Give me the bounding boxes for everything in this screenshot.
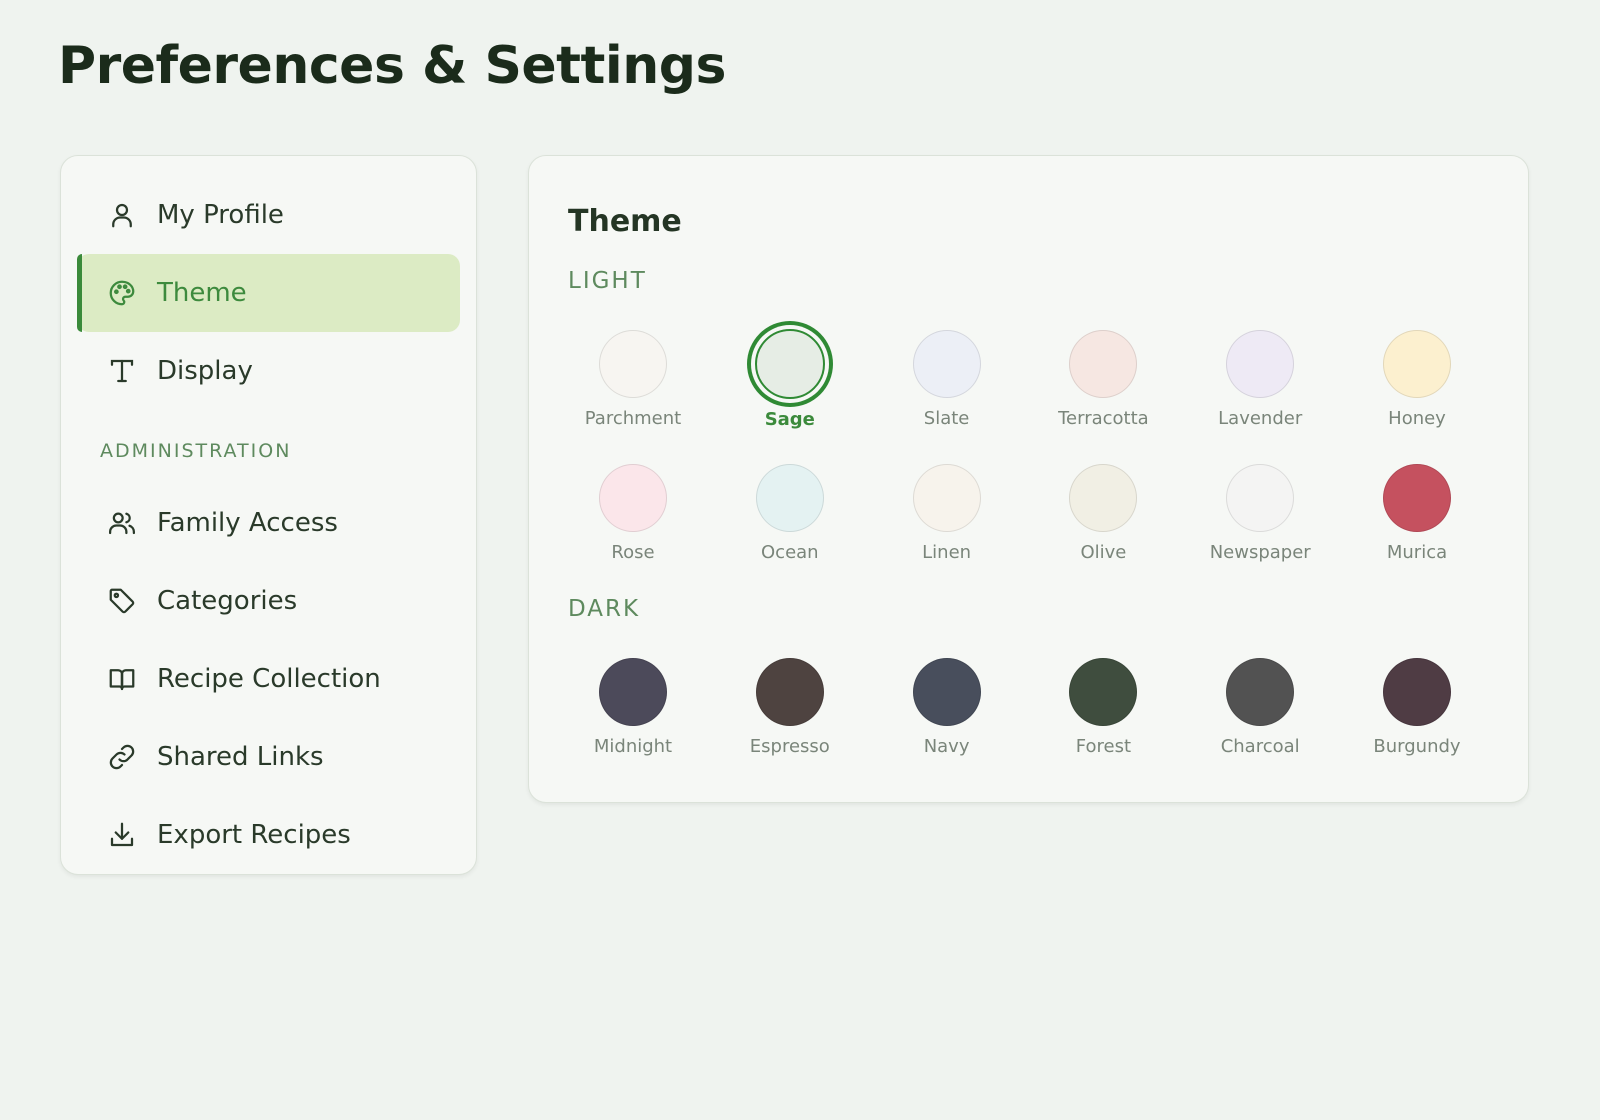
swatch-color-circle xyxy=(912,464,981,532)
users-icon xyxy=(107,508,137,538)
swatch-label: Espresso xyxy=(749,736,830,757)
sidebar-item-label: Categories xyxy=(157,586,298,616)
swatch-label: Linen xyxy=(922,542,972,563)
sidebar-item-label: Display xyxy=(157,356,253,386)
swatch-label: Rose xyxy=(611,542,655,563)
swatch-color-circle xyxy=(599,464,667,532)
theme-swatch-linen[interactable]: Linen xyxy=(869,460,1025,580)
sidebar-item-shared-links[interactable]: Shared Links xyxy=(77,718,460,796)
sidebar-item-label: Shared Links xyxy=(157,742,324,772)
swatch-label: Midnight xyxy=(593,736,673,757)
swatch-label: Forest xyxy=(1075,736,1132,757)
theme-swatch-slate[interactable]: Slate xyxy=(869,326,1025,446)
theme-swatch-espresso[interactable]: Espresso xyxy=(712,654,868,774)
swatch-color-circle xyxy=(1069,658,1138,726)
swatch-color-circle xyxy=(1226,330,1295,398)
swatch-color-circle xyxy=(1383,464,1451,532)
light-swatch-row: Rose Ocean Linen Olive Newspaper Murica xyxy=(555,460,1495,580)
swatch-color-circle xyxy=(1069,464,1138,532)
sidebar-item-label: My Profile xyxy=(157,200,284,230)
panel-title: Theme xyxy=(568,204,682,239)
swatch-label: Ocean xyxy=(761,542,819,563)
swatch-color-circle xyxy=(1383,658,1451,726)
sidebar-item-label: Recipe Collection xyxy=(157,664,381,694)
theme-swatch-navy[interactable]: Navy xyxy=(869,654,1025,774)
text-icon xyxy=(107,356,137,386)
swatch-color-circle xyxy=(755,658,824,726)
dark-themes-label: DARK xyxy=(568,596,641,622)
light-swatch-row: Parchment Sage Slate Terracotta Lavender Hone… xyxy=(555,326,1495,446)
swatch-label: Burgundy xyxy=(1373,736,1461,757)
link-icon xyxy=(107,742,137,772)
sidebar-item-label: Family Access xyxy=(157,508,338,538)
swatch-color-circle xyxy=(599,330,667,398)
sidebar-item-my-profile[interactable]: My Profile xyxy=(77,176,460,254)
light-themes-label: LIGHT xyxy=(568,268,647,294)
swatch-label: Olive xyxy=(1080,542,1127,563)
theme-swatch-honey[interactable]: Honey xyxy=(1339,326,1495,446)
theme-swatch-rose[interactable]: Rose xyxy=(555,460,711,580)
theme-swatch-terracotta[interactable]: Terracotta xyxy=(1025,326,1181,446)
theme-swatch-parchment[interactable]: Parchment xyxy=(555,326,711,446)
section-label-administration: ADMINISTRATION xyxy=(100,440,292,462)
swatch-label: Terracotta xyxy=(1058,408,1149,429)
swatch-color-circle xyxy=(1383,330,1451,398)
swatch-label: Murica xyxy=(1386,542,1448,563)
swatch-color-circle xyxy=(1226,464,1295,532)
swatch-color-circle xyxy=(755,464,824,532)
theme-swatch-lavender[interactable]: Lavender xyxy=(1182,326,1338,446)
swatch-label: Honey xyxy=(1388,408,1446,429)
sidebar-item-label: Theme xyxy=(157,278,247,308)
sidebar-item-export-recipes[interactable]: Export Recipes xyxy=(77,796,460,874)
theme-swatch-olive[interactable]: Olive xyxy=(1025,460,1181,580)
page-title: Preferences & Settings xyxy=(58,36,726,96)
swatch-label: Slate xyxy=(923,408,970,429)
swatch-color-circle xyxy=(754,329,825,399)
swatch-color-circle xyxy=(912,330,981,398)
theme-swatch-midnight[interactable]: Midnight xyxy=(555,654,711,774)
swatch-color-circle xyxy=(1226,658,1295,726)
sidebar-item-recipe-collection[interactable]: Recipe Collection xyxy=(77,640,460,718)
swatch-label: Charcoal xyxy=(1220,736,1300,757)
theme-swatch-murica[interactable]: Murica xyxy=(1339,460,1495,580)
download-icon xyxy=(107,820,137,850)
theme-swatch-burgundy[interactable]: Burgundy xyxy=(1339,654,1495,774)
swatch-label: Navy xyxy=(923,736,970,757)
swatch-color-circle xyxy=(912,658,981,726)
theme-panel: Theme LIGHT Parchment Sage Slate Terracotta… xyxy=(528,155,1529,803)
swatch-color-circle xyxy=(1069,330,1138,398)
sidebar-item-theme[interactable]: Theme xyxy=(77,254,460,332)
theme-swatch-forest[interactable]: Forest xyxy=(1025,654,1181,774)
sidebar-item-family-access[interactable]: Family Access xyxy=(77,484,460,562)
theme-swatch-ocean[interactable]: Ocean xyxy=(712,460,868,580)
settings-sidebar: My Profile Theme Display ADMINISTRATION … xyxy=(60,155,477,875)
theme-swatch-charcoal[interactable]: Charcoal xyxy=(1182,654,1338,774)
palette-icon xyxy=(107,278,137,308)
theme-swatch-sage[interactable]: Sage xyxy=(712,326,868,446)
sidebar-item-categories[interactable]: Categories xyxy=(77,562,460,640)
sidebar-item-display[interactable]: Display xyxy=(77,332,460,410)
user-icon xyxy=(107,200,137,230)
sidebar-item-label: Export Recipes xyxy=(157,820,351,850)
book-icon xyxy=(107,664,137,694)
theme-swatch-newspaper[interactable]: Newspaper xyxy=(1182,460,1338,580)
swatch-label: Newspaper xyxy=(1209,542,1311,563)
swatch-label: Sage xyxy=(764,409,815,430)
swatch-color-circle xyxy=(599,658,667,726)
dark-swatch-row: Midnight Espresso Navy Forest Charcoal Burgun… xyxy=(555,654,1495,774)
swatch-label: Lavender xyxy=(1218,408,1303,429)
tag-icon xyxy=(107,586,137,616)
swatch-label: Parchment xyxy=(584,408,682,429)
